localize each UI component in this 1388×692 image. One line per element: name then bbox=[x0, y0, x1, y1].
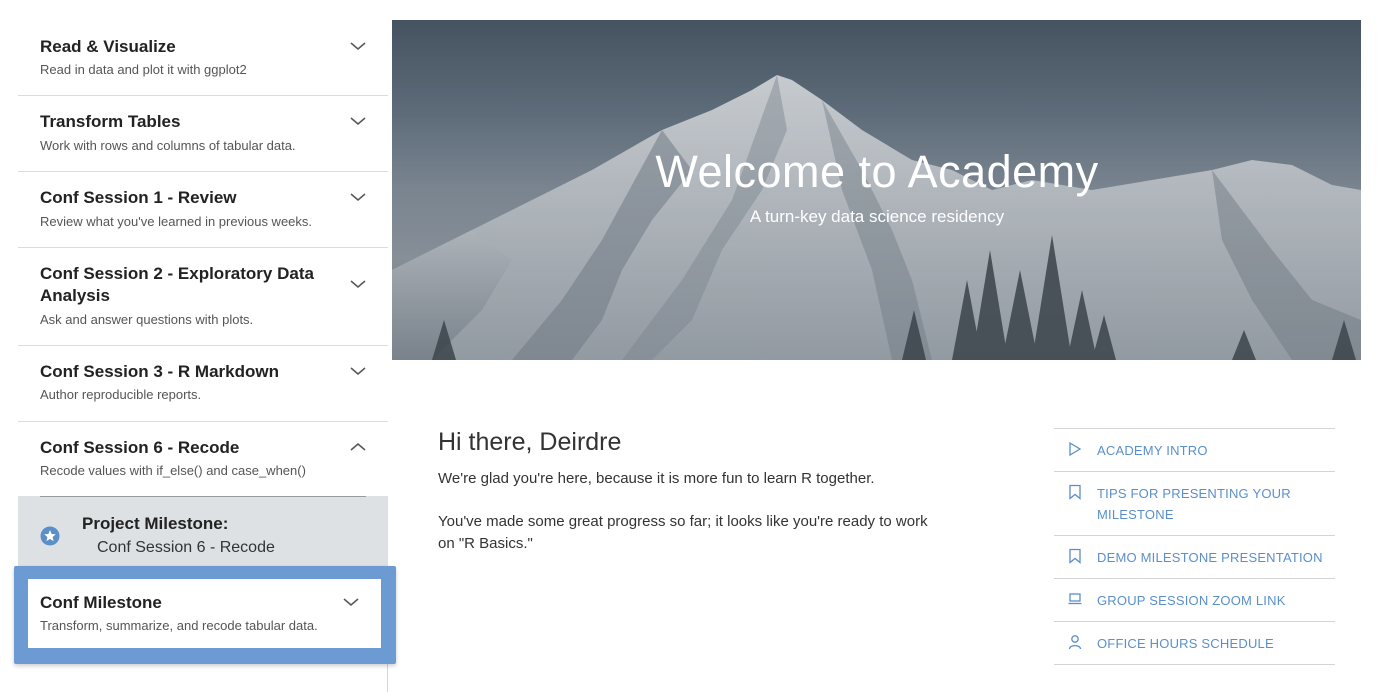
sidebar-item-title: Conf Session 1 - Review bbox=[40, 188, 237, 207]
sidebar-item-conf-session-2[interactable]: Conf Session 2 - Exploratory Data Analys… bbox=[18, 248, 388, 346]
hero-title: Welcome to Academy bbox=[655, 146, 1099, 197]
star-icon bbox=[40, 526, 60, 546]
hero-subtitle: A turn-key data science residency bbox=[749, 207, 1005, 226]
hero-banner: Welcome to Academy A turn-key data scien… bbox=[392, 20, 1361, 360]
sidebar-item-title: Conf Session 3 - R Markdown bbox=[40, 362, 279, 381]
milestone-subtitle: Conf Session 6 - Recode bbox=[97, 539, 275, 556]
sidebar-item-title: Read & Visualize bbox=[40, 37, 176, 56]
sidebar-item-title: Transform Tables bbox=[40, 112, 181, 131]
chevron-down-icon[interactable] bbox=[350, 276, 366, 292]
sidebar-item-conf-milestone[interactable]: Conf Milestone Transform, summarize, and… bbox=[28, 579, 381, 648]
link-label: TIPS FOR PRESENTING YOUR MILESTONE bbox=[1097, 486, 1291, 522]
sidebar-item-title: Conf Session 6 - Recode bbox=[40, 438, 240, 457]
chevron-down-icon[interactable] bbox=[350, 363, 366, 379]
chevron-down-icon[interactable] bbox=[350, 113, 366, 129]
link-demo-milestone[interactable]: DEMO MILESTONE PRESENTATION bbox=[1054, 536, 1335, 579]
sidebar-item-subtitle: Work with rows and columns of tabular da… bbox=[40, 138, 296, 153]
sidebar-item-subtitle: Recode values with if_else() and case_wh… bbox=[40, 463, 306, 478]
milestone-title: Project Milestone: bbox=[82, 514, 229, 533]
link-label: ACADEMY INTRO bbox=[1097, 443, 1208, 458]
resource-links: ACADEMY INTRO TIPS FOR PRESENTING YOUR M… bbox=[1054, 428, 1335, 665]
link-tips-presenting[interactable]: TIPS FOR PRESENTING YOUR MILESTONE bbox=[1054, 472, 1335, 536]
bookmark-icon bbox=[1068, 484, 1082, 500]
link-academy-intro[interactable]: ACADEMY INTRO bbox=[1054, 429, 1335, 472]
sidebar-item-title: Conf Milestone bbox=[40, 593, 162, 612]
greeting-heading: Hi there, Deirdre bbox=[438, 428, 622, 456]
link-label: GROUP SESSION ZOOM LINK bbox=[1097, 593, 1286, 608]
sidebar-item-subtitle: Transform, summarize, and recode tabular… bbox=[40, 618, 318, 633]
play-icon bbox=[1068, 441, 1082, 457]
sidebar-item-subtitle: Author reproducible reports. bbox=[40, 387, 202, 402]
bookmark-icon bbox=[1068, 548, 1082, 564]
person-icon bbox=[1068, 634, 1082, 650]
progress-text: You've made some great progress so far; … bbox=[438, 513, 928, 552]
link-zoom[interactable]: GROUP SESSION ZOOM LINK bbox=[1054, 579, 1335, 622]
link-office-hours[interactable]: OFFICE HOURS SCHEDULE bbox=[1054, 622, 1335, 665]
divider bbox=[40, 496, 366, 497]
sidebar-item-title: Conf Session 2 - Exploratory Data Analys… bbox=[40, 264, 314, 305]
sidebar-item-conf-session-1[interactable]: Conf Session 1 - Review Review what you'… bbox=[18, 172, 388, 248]
sidebar-item-read-visualize[interactable]: Read & Visualize Read in data and plot i… bbox=[18, 20, 388, 96]
sidebar-item-subtitle: Ask and answer questions with plots. bbox=[40, 312, 254, 327]
conf-milestone-highlight: Conf Milestone Transform, summarize, and… bbox=[14, 566, 396, 664]
laptop-icon bbox=[1068, 591, 1082, 607]
chevron-down-icon[interactable] bbox=[350, 38, 366, 54]
welcome-text: We're glad you're here, because it is mo… bbox=[438, 470, 875, 487]
sidebar-item-conf-session-3[interactable]: Conf Session 3 - R Markdown Author repro… bbox=[18, 346, 388, 422]
sidebar-item-subtitle: Read in data and plot it with ggplot2 bbox=[40, 62, 247, 77]
chevron-down-icon[interactable] bbox=[343, 594, 359, 610]
sidebar-item-subtitle: Review what you've learned in previous w… bbox=[40, 214, 313, 229]
chevron-up-icon[interactable] bbox=[350, 439, 366, 455]
sidebar-item-transform-tables[interactable]: Transform Tables Work with rows and colu… bbox=[18, 96, 388, 172]
link-label: DEMO MILESTONE PRESENTATION bbox=[1097, 550, 1323, 565]
chevron-down-icon[interactable] bbox=[350, 189, 366, 205]
sidebar-item-conf-session-6[interactable]: Conf Session 6 - Recode Recode values wi… bbox=[18, 422, 388, 496]
link-label: OFFICE HOURS SCHEDULE bbox=[1097, 636, 1274, 651]
